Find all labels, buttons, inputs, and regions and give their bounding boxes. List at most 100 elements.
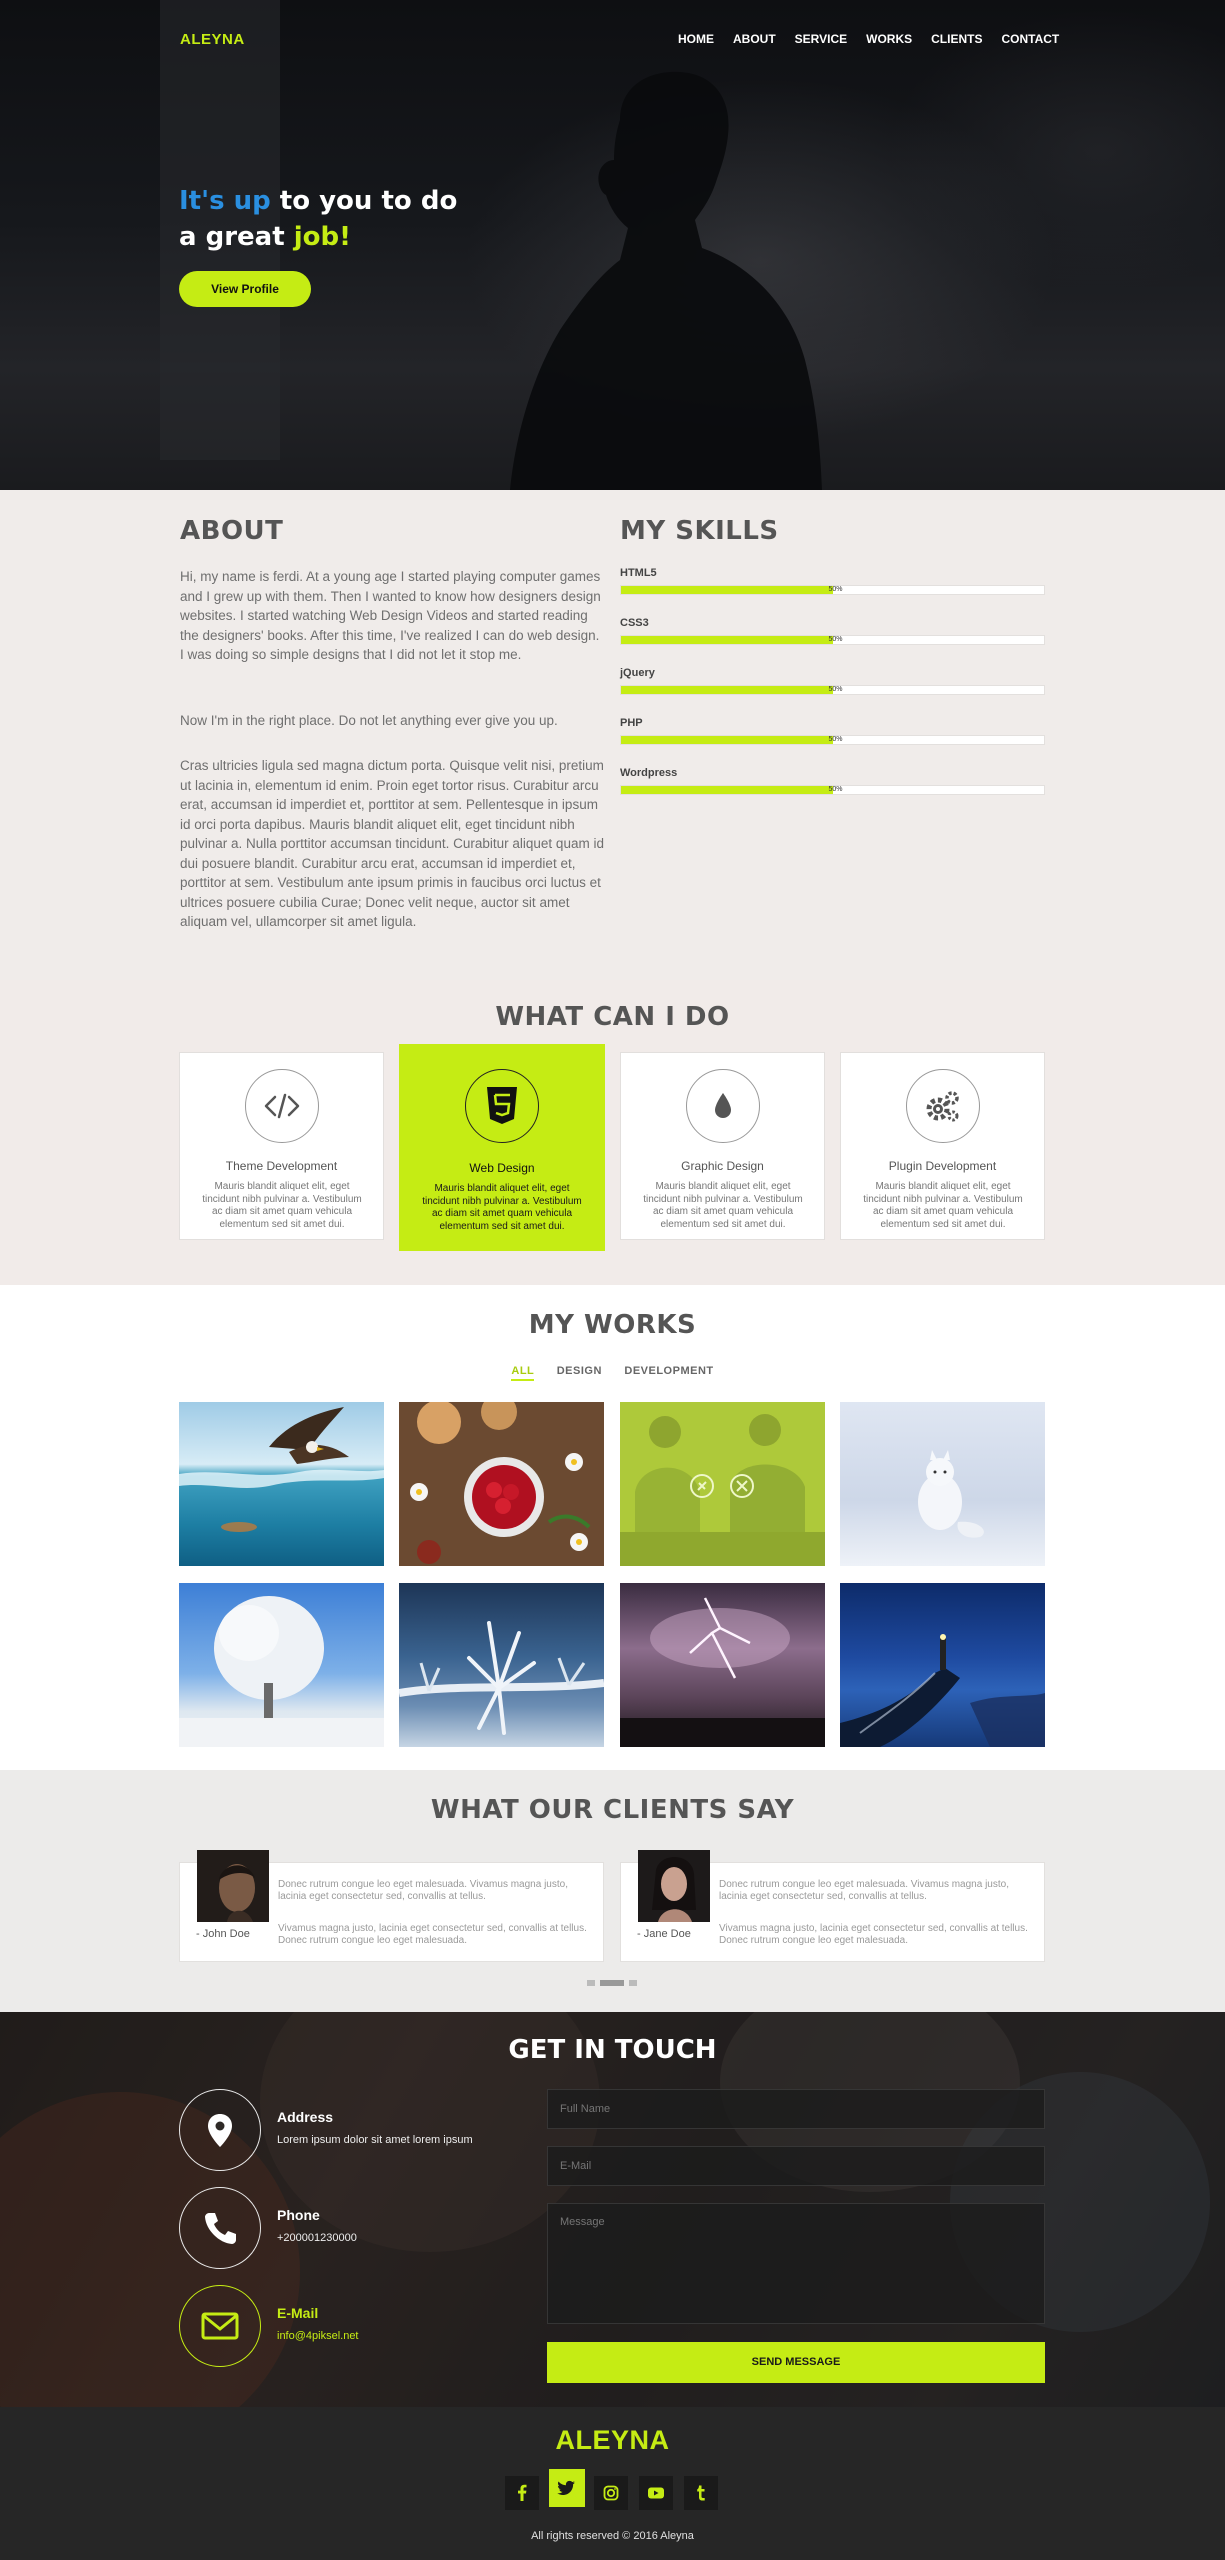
code-icon <box>264 1093 300 1119</box>
filter-all[interactable]: ALL <box>511 1365 535 1381</box>
logo[interactable]: ALEYNA <box>180 31 245 48</box>
address-text: Lorem ipsum dolor sit amet lorem ipsum <box>277 2134 473 2146</box>
pager-dot[interactable] <box>587 1980 595 1986</box>
nav-contact[interactable]: CONTACT <box>1001 32 1059 46</box>
footer-logo[interactable]: ALEYNA <box>0 2425 1225 2456</box>
skill-label: Wordpress <box>620 767 678 779</box>
hero-headline: It's up to you to do a great job! <box>179 183 457 255</box>
service-card-graphic-design[interactable]: Graphic Design Mauris blandit aliquet el… <box>620 1052 825 1240</box>
send-message-button[interactable]: SEND MESSAGE <box>547 2342 1045 2383</box>
services-section: WHAT CAN I DO Theme Development Mauris b… <box>0 980 1225 1285</box>
skill-bar-fill: 50% <box>621 586 843 594</box>
main-nav: HOME ABOUT SERVICE WORKS CLIENTS CONTACT <box>659 30 1059 48</box>
nav-works[interactable]: WORKS <box>866 32 912 46</box>
address-icon-circle <box>179 2089 261 2171</box>
work-tile-couple-cooking[interactable] <box>620 1402 825 1566</box>
service-description: Mauris blandit aliquet elit, eget tincid… <box>202 1181 362 1230</box>
message-textarea[interactable] <box>547 2203 1045 2324</box>
testimonial-text-2: Vivamus magna justo, lacinia eget consec… <box>719 1923 1028 1946</box>
skill-bar-fill: 50% <box>621 636 843 644</box>
envelope-icon <box>201 2312 239 2340</box>
testimonial-card-jane: - Jane Doe Donec rutrum congue leo eget … <box>620 1850 1045 1962</box>
skill-bar-fill: 50% <box>621 686 843 694</box>
service-description: Mauris blandit aliquet elit, eget tincid… <box>422 1183 582 1232</box>
work-tile-eagle[interactable] <box>179 1402 384 1566</box>
about-section: ABOUT Hi, my name is ferdi. At a young a… <box>0 490 1225 980</box>
contact-title: GET IN TOUCH <box>508 2035 717 2065</box>
skill-label: CSS3 <box>620 617 649 629</box>
hero-man-silhouette <box>510 71 822 490</box>
facebook-icon <box>518 2484 527 2501</box>
skill-percent: 50% <box>828 636 843 643</box>
filter-design[interactable]: DESIGN <box>557 1365 602 1377</box>
service-title: Plugin Development <box>888 1159 997 1173</box>
nav-home[interactable]: HOME <box>678 32 714 46</box>
work-tile-lightning[interactable] <box>620 1583 825 1747</box>
testimonial-text-1: Donec rutrum congue leo eget malesuada. … <box>278 1879 568 1902</box>
raspberries-table-photo <box>399 1402 604 1566</box>
service-card-theme-development[interactable]: Theme Development Mauris blandit aliquet… <box>179 1052 384 1240</box>
service-title: Theme Development <box>225 1159 338 1173</box>
twitter-icon <box>557 2480 575 2495</box>
skill-bar: 50% <box>620 735 1045 745</box>
hero-headline-blue: It's up <box>179 186 271 216</box>
phone-icon-circle <box>179 2187 261 2269</box>
social-instagram[interactable] <box>594 2476 628 2510</box>
testimonial-text-1: Donec rutrum congue leo eget malesuada. … <box>719 1879 1009 1902</box>
nav-about[interactable]: ABOUT <box>733 32 776 46</box>
about-paragraph-1: Hi, my name is ferdi. At a young age I s… <box>180 569 601 662</box>
tumblr-icon <box>697 2485 705 2501</box>
nav-clients[interactable]: CLIENTS <box>931 32 982 46</box>
droplet-icon <box>715 1093 731 1118</box>
full-name-input[interactable] <box>547 2089 1045 2129</box>
service-card-web-design[interactable]: Web Design Mauris blandit aliquet elit, … <box>399 1044 605 1251</box>
hero-section: ALEYNA HOME ABOUT SERVICE WORKS CLIENTS CONTA… <box>0 0 1225 490</box>
testimonial-text-2: Vivamus magna justo, lacinia eget consec… <box>278 1923 587 1946</box>
works-title: MY WORKS <box>528 1310 697 1340</box>
eagle-over-sea-photo <box>179 1407 384 1532</box>
work-tile-raspberries[interactable] <box>399 1402 604 1566</box>
pager-dot-active[interactable] <box>600 1980 624 1986</box>
contact-section: GET IN TOUCH Address Lorem ipsum dolor s… <box>0 2012 1225 2407</box>
pager-dot[interactable] <box>629 1980 637 1986</box>
frost-crystals-photo <box>399 1621 604 1735</box>
nav-service[interactable]: SERVICE <box>795 32 847 46</box>
social-tumblr[interactable] <box>684 2476 718 2510</box>
skill-bar: 50% <box>620 585 1045 595</box>
skill-percent: 50% <box>828 736 843 743</box>
email-text[interactable]: info@4piksel.net <box>277 2330 359 2342</box>
email-input[interactable] <box>547 2146 1045 2186</box>
social-twitter[interactable] <box>549 2469 585 2507</box>
youtube-icon <box>648 2487 664 2499</box>
social-youtube[interactable] <box>639 2476 673 2510</box>
work-tile-arctic-fox[interactable] <box>840 1402 1045 1566</box>
service-icon-circle <box>465 1069 539 1143</box>
arctic-fox-photo <box>918 1450 984 1538</box>
service-card-plugin-development[interactable]: Plugin Development Mauris blandit alique… <box>840 1052 1045 1240</box>
skill-bar: 50% <box>620 685 1045 695</box>
map-pin-icon <box>208 2114 232 2147</box>
couple-cooking-photo <box>620 1402 825 1566</box>
skill-row: CSS3 50% <box>620 617 1045 645</box>
email-title: E-Mail <box>277 2305 319 2321</box>
testimonials-section: WHAT OUR CLIENTS SAY - John Doe Donec ru… <box>0 1770 1225 2012</box>
skill-bar-fill: 50% <box>621 786 843 794</box>
about-paragraph-3: Cras ultricies ligula sed magna dictum p… <box>180 758 604 929</box>
filter-development[interactable]: DEVELOPMENT <box>624 1365 713 1377</box>
about-title: ABOUT <box>180 516 284 546</box>
testimonials-title: WHAT OUR CLIENTS SAY <box>430 1795 795 1825</box>
skills-list: HTML5 50% CSS3 50% jQuery 50% PHP 50% Wordpress 5… <box>620 567 1045 817</box>
service-title: Web Design <box>469 1161 535 1175</box>
work-tile-frosted-tree[interactable] <box>179 1583 384 1747</box>
phone-text: +200001230000 <box>277 2232 357 2244</box>
social-facebook[interactable] <box>505 2476 539 2510</box>
gears-icon <box>926 1091 959 1122</box>
testimonial-author: - Jane Doe <box>637 1928 691 1940</box>
view-profile-button[interactable]: View Profile <box>179 271 311 307</box>
work-tile-frost-crystals[interactable] <box>399 1583 604 1747</box>
copyright-text: All rights reserved © 2016 Aleyna <box>531 2530 694 2542</box>
work-tile-lighthouse[interactable] <box>840 1583 1045 1747</box>
avatar-jane-doe <box>638 1850 710 1922</box>
service-icon-circle <box>245 1069 319 1143</box>
footer: ALEYNA All rights reserved © 2016 Aleyna <box>0 2407 1225 2560</box>
